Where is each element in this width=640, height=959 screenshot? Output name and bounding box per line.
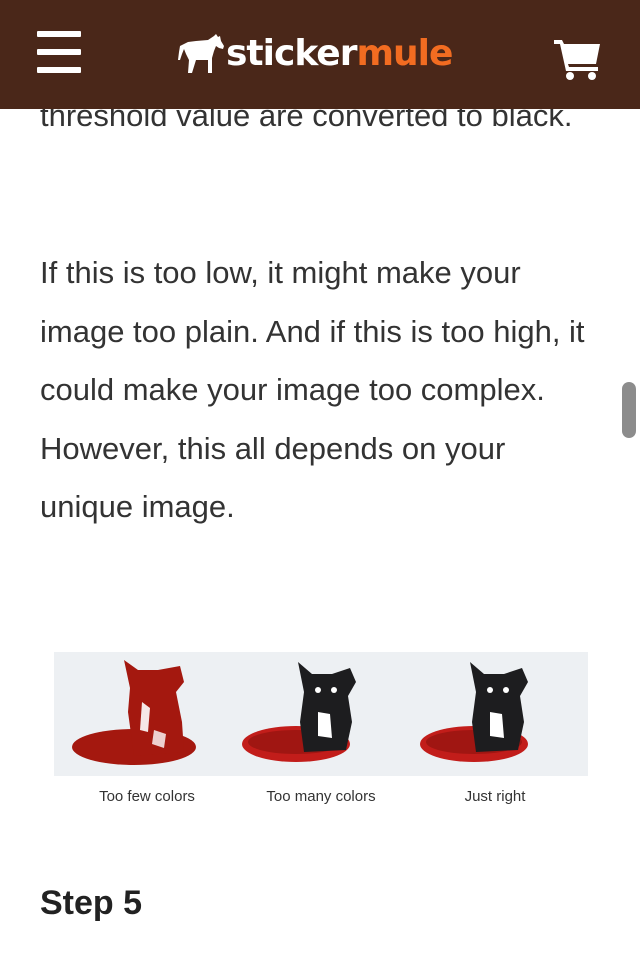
mule-logo-icon [178, 34, 224, 73]
step-heading: Step 5 [40, 884, 143, 922]
article-paragraph: If this is too low, it might make your i… [40, 255, 585, 524]
dog-just-right-image [420, 662, 528, 762]
scrollbar-thumb[interactable] [622, 382, 636, 438]
logo-text-mule: mule [356, 33, 453, 74]
caption-too-many-colors: Too many colors [266, 788, 376, 805]
sticker-mule-logo[interactable]: sticker mule [178, 30, 453, 78]
caption-just-right: Just right [464, 788, 526, 805]
caption-too-few-colors: Too few colors [99, 788, 195, 805]
hamburger-menu-icon[interactable] [37, 31, 81, 73]
dog-too-few-colors-image [72, 660, 196, 765]
shopping-cart-icon[interactable] [554, 36, 604, 80]
logo-text-sticker: sticker [226, 33, 357, 74]
top-nav-bar: sticker mule [0, 0, 640, 109]
color-comparison-image [54, 652, 588, 776]
dog-too-many-colors-image [242, 662, 356, 762]
